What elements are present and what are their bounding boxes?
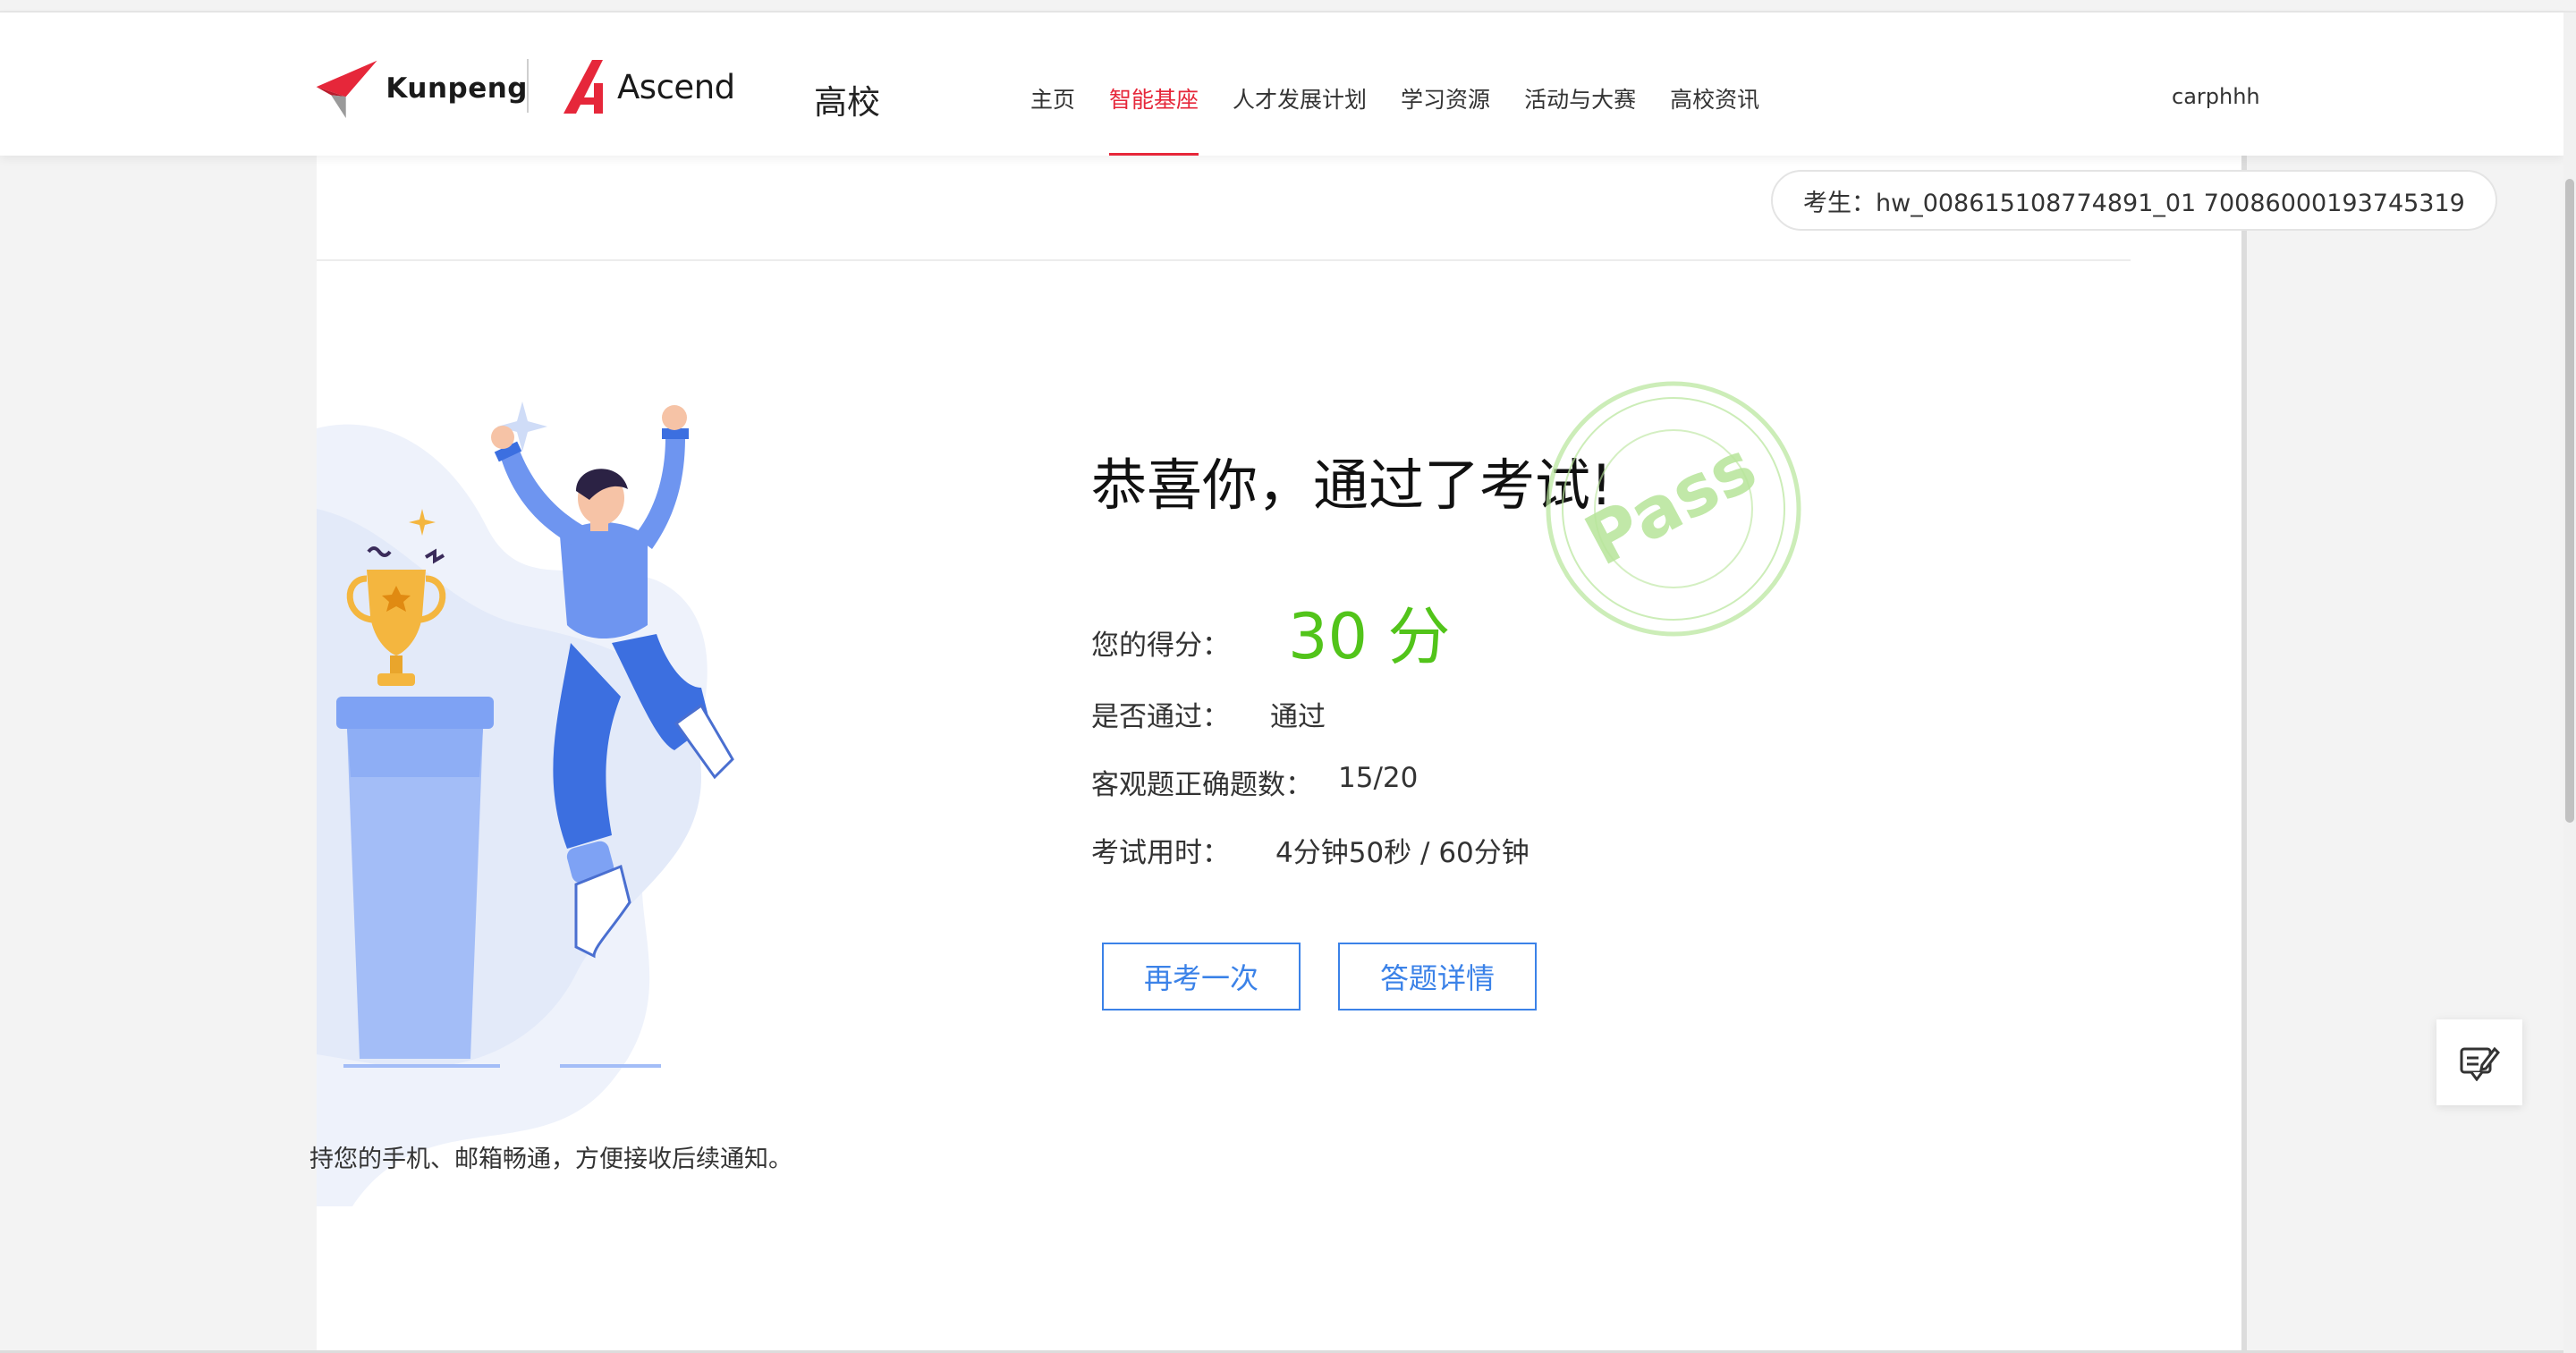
pass-stamp: Pass bbox=[1544, 379, 1803, 638]
score-label: 您的得分： bbox=[1091, 630, 1230, 662]
score-row: 您的得分： bbox=[1091, 622, 1230, 663]
main-nav: 主页 智能基座 人才发展计划 学习资源 活动与大赛 高校资讯 bbox=[1030, 82, 1793, 156]
nav-item-news[interactable]: 高校资讯 bbox=[1670, 82, 1759, 156]
browser-top-edge bbox=[0, 0, 2576, 13]
time-label: 考试用时： bbox=[1091, 837, 1230, 869]
nav-item-activities[interactable]: 活动与大赛 bbox=[1524, 82, 1636, 156]
logo-divider bbox=[527, 59, 529, 113]
score-value: 30 分 bbox=[1288, 600, 1451, 673]
pass-label: 是否通过： bbox=[1091, 701, 1230, 733]
user-name[interactable]: carphhh bbox=[2172, 84, 2260, 109]
pass-row: 是否通过： 通过 bbox=[1091, 694, 1326, 734]
objective-label: 客观题正确题数： bbox=[1091, 769, 1313, 801]
details-button[interactable]: 答题详情 bbox=[1338, 943, 1537, 1011]
ascend-logo-text: Ascend bbox=[617, 67, 735, 106]
feedback-float-button[interactable] bbox=[2436, 1019, 2522, 1105]
objective-value: 15/20 bbox=[1338, 762, 1419, 794]
nav-item-smart-base[interactable]: 智能基座 bbox=[1109, 82, 1199, 156]
scrollbar-thumb[interactable] bbox=[2565, 179, 2574, 823]
time-row: 考试用时： 4分钟50秒 / 60分钟 bbox=[1091, 830, 1530, 870]
portal-title: 高校 bbox=[814, 83, 880, 122]
time-value: 4分钟50秒 / 60分钟 bbox=[1275, 837, 1530, 869]
kunpeng-logo-text: Kunpeng bbox=[386, 72, 528, 105]
nav-item-talent-plan[interactable]: 人才发展计划 bbox=[1233, 82, 1367, 156]
ascend-logo-icon bbox=[564, 60, 603, 114]
pass-value: 通过 bbox=[1270, 701, 1326, 733]
congrats-heading: 恭喜你，通过了考试! bbox=[1091, 452, 1613, 518]
edit-note-icon bbox=[2460, 1046, 2500, 1081]
nav-item-home[interactable]: 主页 bbox=[1030, 82, 1075, 156]
nav-item-learning-resources[interactable]: 学习资源 bbox=[1401, 82, 1490, 156]
site-header: Kunpeng Ascend 高校 主页 智能基座 人才发展计划 学习资源 活动… bbox=[0, 13, 2563, 156]
notice-text: 持您的手机、邮箱畅通，方便接收后续通知。 bbox=[309, 1146, 792, 1173]
celebration-illustration bbox=[317, 402, 889, 1233]
objective-row: 客观题正确题数： 15/20 bbox=[1091, 762, 1418, 802]
kunpeng-logo-icon bbox=[316, 60, 377, 119]
exam-result-card: 考生：hw_008615108774891_01 700860001937453… bbox=[309, 156, 2497, 1353]
ascend-logo[interactable]: Ascend bbox=[562, 55, 735, 118]
kunpeng-logo[interactable]: Kunpeng bbox=[313, 48, 528, 129]
candidate-badge: 考生：hw_008615108774891_01 700860001937453… bbox=[1771, 170, 2497, 231]
card-divider bbox=[317, 259, 2131, 261]
stamp-text: Pass bbox=[1573, 427, 1769, 582]
retake-button[interactable]: 再考一次 bbox=[1102, 943, 1301, 1011]
